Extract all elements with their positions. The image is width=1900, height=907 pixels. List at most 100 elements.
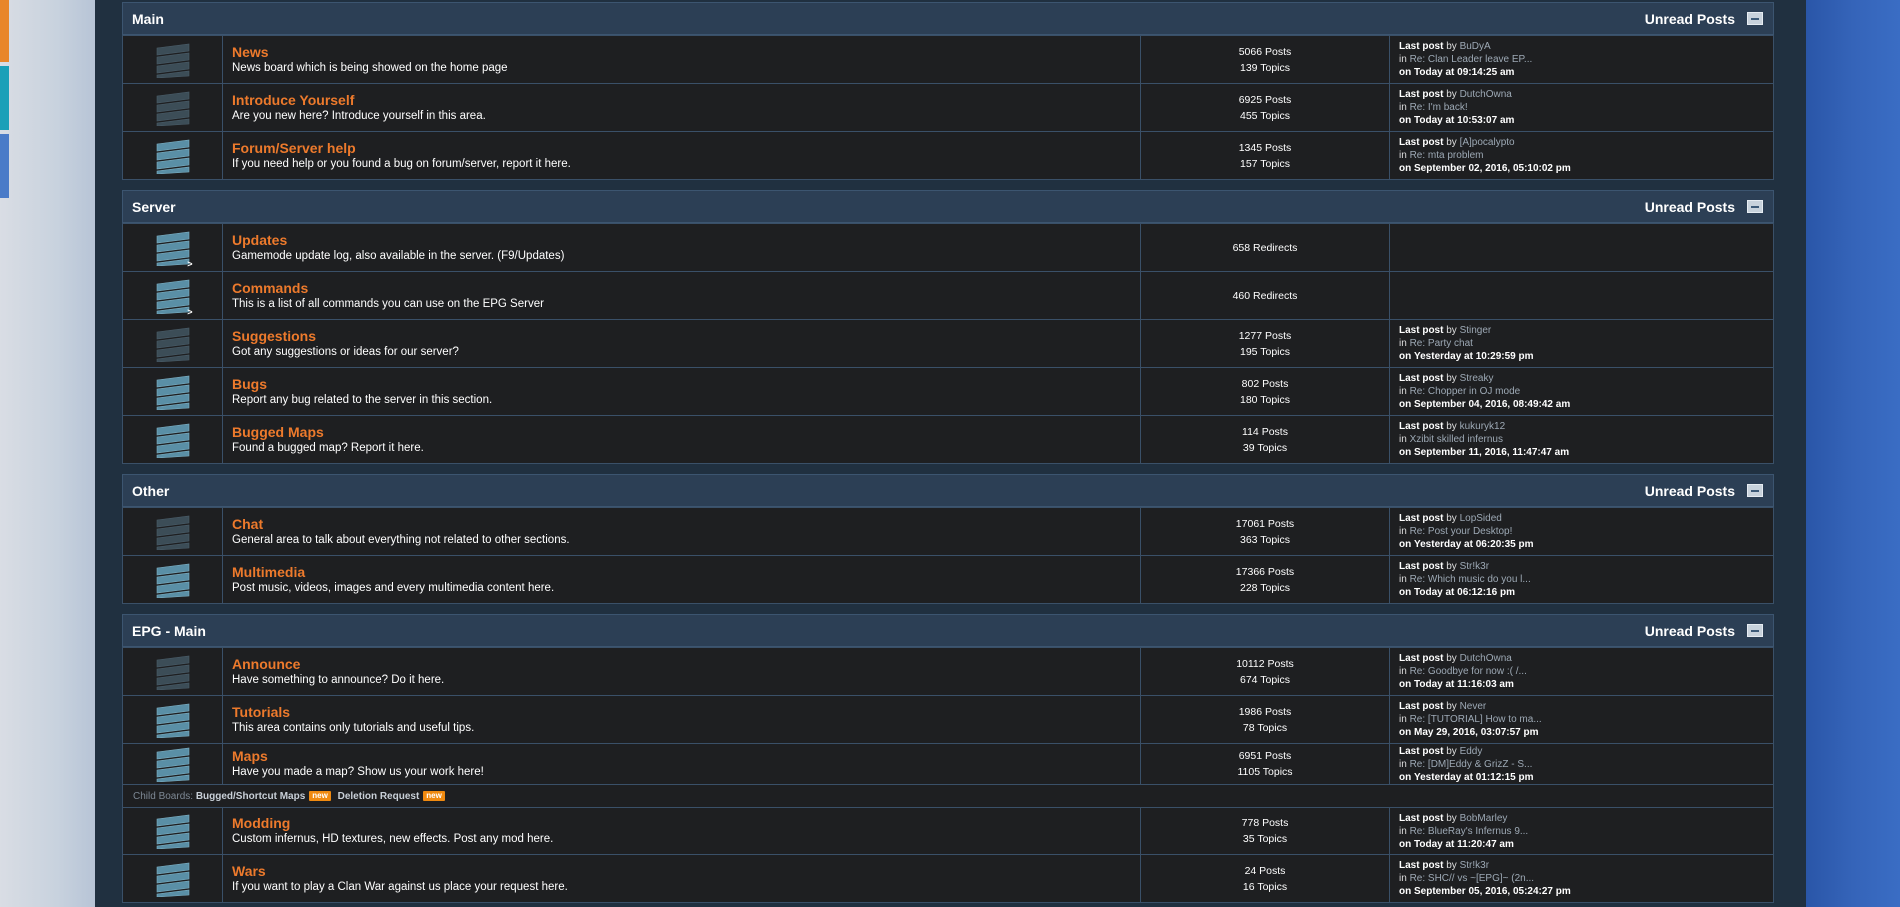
board-icon-cell[interactable]: [122, 415, 223, 464]
last-post-topic-link[interactable]: Re: Which music do you l...: [1410, 574, 1531, 585]
collapse-category-icon[interactable]: [1747, 484, 1763, 497]
board-new-icon[interactable]: [153, 702, 193, 738]
last-post-author-link[interactable]: BobMarley: [1460, 813, 1508, 824]
category-title[interactable]: Server: [132, 199, 176, 215]
last-post-author-link[interactable]: Str!k3r: [1460, 561, 1489, 572]
last-post-topic-link[interactable]: Re: Goodbye for now :( /...: [1410, 666, 1527, 677]
last-post-author-link[interactable]: Stinger: [1460, 325, 1492, 336]
last-post-author-link[interactable]: BuDyA: [1460, 41, 1491, 52]
category-title[interactable]: Other: [132, 483, 169, 499]
board-icon-cell[interactable]: >: [122, 223, 223, 272]
board-row: Modding Custom infernus, HD textures, new…: [122, 807, 1774, 855]
collapse-category-icon[interactable]: [1747, 624, 1763, 637]
board-new-icon[interactable]: [153, 746, 193, 782]
unread-posts-link[interactable]: Unread Posts: [1645, 623, 1735, 639]
last-post-topic-link[interactable]: Re: Chopper in OJ mode: [1410, 386, 1521, 397]
in-label: in: [1399, 758, 1407, 770]
last-post-author-link[interactable]: Never: [1460, 701, 1487, 712]
board-name-link[interactable]: Announce: [232, 656, 1140, 672]
last-post-author-link[interactable]: DutchOwna: [1460, 89, 1512, 100]
board-icon-cell[interactable]: [122, 743, 223, 785]
last-post-topic-link[interactable]: Re: I'm back!: [1410, 102, 1468, 113]
last-post-topic-link[interactable]: Re: Clan Leader leave EP...: [1410, 54, 1533, 65]
board-new-icon[interactable]: [153, 138, 193, 174]
last-post-cell: Last post by LopSided in Re: Post your De…: [1389, 507, 1774, 556]
child-board-link[interactable]: Bugged/Shortcut Maps: [196, 791, 305, 802]
board-info-cell: Bugs Report any bug related to the server…: [222, 367, 1141, 416]
board-icon-cell[interactable]: [122, 507, 223, 556]
redirect-board-icon[interactable]: >: [153, 278, 193, 317]
board-new-icon[interactable]: [153, 861, 193, 897]
child-board-link[interactable]: Deletion Request: [338, 791, 420, 802]
unread-posts-link[interactable]: Unread Posts: [1645, 11, 1735, 27]
last-post-topic-link[interactable]: Re: mta problem: [1410, 150, 1484, 161]
board-icon-cell[interactable]: >: [122, 271, 223, 320]
last-post-author-link[interactable]: LopSided: [1460, 513, 1502, 524]
last-post-cell: Last post by Streaky in Re: Chopper in OJ…: [1389, 367, 1774, 416]
board-name-link[interactable]: Modding: [232, 815, 1140, 831]
collapse-category-icon[interactable]: [1747, 200, 1763, 213]
board-name-link[interactable]: Introduce Yourself: [232, 92, 1140, 108]
last-post-author-link[interactable]: Streaky: [1460, 373, 1494, 384]
last-post-topic-link[interactable]: Re: SHC// vs ~[EPG]~ (2n...: [1410, 873, 1535, 884]
board-info-cell: Tutorials This area contains only tutoria…: [222, 695, 1141, 744]
category-epg-main: EPG - Main Unread Posts Announce Have som…: [122, 614, 1774, 903]
board-name-link[interactable]: Forum/Server help: [232, 140, 1140, 156]
board-new-icon[interactable]: [153, 562, 193, 598]
redirect-count: 460 Redirects: [1232, 289, 1298, 302]
last-post-author-link[interactable]: Str!k3r: [1460, 860, 1489, 871]
board-read-icon[interactable]: [153, 326, 193, 362]
board-read-icon[interactable]: [153, 90, 193, 126]
board-read-icon[interactable]: [153, 514, 193, 550]
board-name-link[interactable]: Multimedia: [232, 564, 1140, 580]
board-name-link[interactable]: News: [232, 44, 1140, 60]
last-post-author-link[interactable]: Eddy: [1460, 746, 1483, 757]
board-icon-cell[interactable]: [122, 131, 223, 180]
last-post-time: September 11, 2016, 11:47:47 am: [1414, 447, 1570, 458]
board-name-link[interactable]: Chat: [232, 516, 1140, 532]
board-name-link[interactable]: Maps: [232, 748, 1140, 764]
board-icon-cell[interactable]: [122, 367, 223, 416]
board-name-link[interactable]: Bugged Maps: [232, 424, 1140, 440]
last-post-topic-link[interactable]: Re: Party chat: [1410, 338, 1473, 349]
board-read-icon[interactable]: [153, 42, 193, 78]
board-name-link[interactable]: Updates: [232, 232, 1140, 248]
category-title[interactable]: EPG - Main: [132, 623, 206, 639]
last-post-author-link[interactable]: [A]pocalypto: [1460, 137, 1515, 148]
in-label: in: [1399, 434, 1407, 445]
by-label: by: [1446, 513, 1457, 524]
last-post-author-link[interactable]: kukuryk12: [1460, 421, 1506, 432]
board-icon-cell[interactable]: [122, 647, 223, 696]
last-post-topic-link[interactable]: Re: [TUTORIAL] How to ma...: [1410, 714, 1542, 725]
board-info-cell: Updates Gamemode update log, also availab…: [222, 223, 1141, 272]
last-post-topic-link[interactable]: Re: [DM]Eddy & GrizZ - S...: [1410, 759, 1533, 770]
board-name-link[interactable]: Tutorials: [232, 704, 1140, 720]
board-new-icon[interactable]: [153, 374, 193, 410]
board-name-link[interactable]: Bugs: [232, 376, 1140, 392]
last-post-topic-link[interactable]: Xzibit skilled infernus: [1410, 434, 1503, 445]
board-icon-cell[interactable]: [122, 807, 223, 855]
board-read-icon[interactable]: [153, 654, 193, 690]
by-label: by: [1446, 812, 1457, 824]
last-post-author-link[interactable]: DutchOwna: [1460, 653, 1512, 664]
unread-posts-link[interactable]: Unread Posts: [1645, 199, 1735, 215]
board-icon-cell[interactable]: [122, 854, 223, 903]
board-icon-cell[interactable]: [122, 695, 223, 744]
category-title[interactable]: Main: [132, 11, 164, 27]
board-icon-cell[interactable]: [122, 35, 223, 84]
board-name-link[interactable]: Suggestions: [232, 328, 1140, 344]
last-post-topic-link[interactable]: Re: BlueRay's Infernus 9...: [1410, 826, 1529, 837]
unread-posts-link[interactable]: Unread Posts: [1645, 483, 1735, 499]
board-name-link[interactable]: Commands: [232, 280, 1140, 296]
board-new-icon[interactable]: [153, 813, 193, 849]
board-icon-cell[interactable]: [122, 319, 223, 368]
collapse-category-icon[interactable]: [1747, 12, 1763, 25]
post-count: 1277 Posts: [1238, 329, 1292, 342]
board-icon-cell[interactable]: [122, 555, 223, 604]
board-stats-cell: 778 Posts 35 Topics: [1140, 807, 1390, 855]
redirect-board-icon[interactable]: >: [153, 230, 193, 269]
board-name-link[interactable]: Wars: [232, 863, 1140, 879]
board-new-icon[interactable]: [153, 422, 193, 458]
last-post-topic-link[interactable]: Re: Post your Desktop!: [1410, 526, 1513, 537]
board-icon-cell[interactable]: [122, 83, 223, 132]
